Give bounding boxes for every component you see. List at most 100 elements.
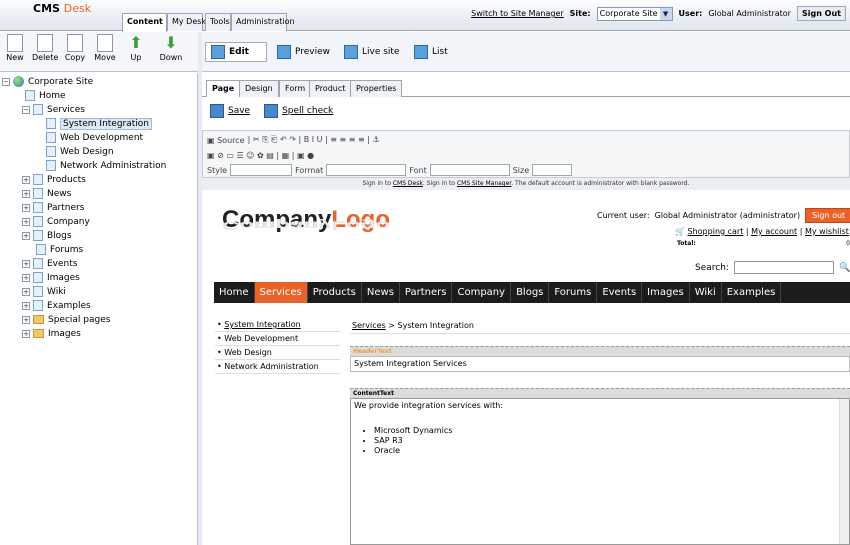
tree-item-wiki[interactable]: + Wiki [22, 285, 66, 298]
tree-item-news[interactable]: + News [22, 187, 71, 200]
content-zone-label: ContentText [350, 388, 850, 398]
sign-out-button[interactable]: Sign Out [796, 6, 846, 21]
expand-icon[interactable]: + [22, 217, 30, 226]
tab-properties[interactable]: Properties [350, 80, 403, 97]
current-user-value: Global Administrator (administrator) [654, 211, 801, 220]
folder-icon [33, 329, 44, 338]
left-menu-item[interactable]: • System Integration [215, 318, 340, 332]
copy-button[interactable]: Copy [62, 34, 88, 62]
nav-events[interactable]: Events [597, 282, 643, 303]
tree-item-company[interactable]: + Company [22, 215, 90, 228]
expand-icon[interactable]: + [22, 287, 30, 296]
tree-item-web-development[interactable]: Web Development [46, 131, 143, 144]
expand-icon[interactable]: + [22, 203, 30, 212]
left-menu-item[interactable]: • Web Design [215, 346, 340, 360]
nav-home[interactable]: Home [214, 282, 255, 303]
expand-icon[interactable]: + [22, 301, 30, 310]
insert-icons[interactable]: ▣ ⊘ ▭ ☰ ☺ ✿ ▤ | ▦ | ▣ ● [207, 151, 314, 160]
tree-item-images[interactable]: + Images [22, 271, 80, 284]
expand-icon[interactable]: + [22, 259, 30, 268]
tab-content[interactable]: Content [122, 13, 167, 32]
style-select[interactable] [230, 164, 293, 176]
left-menu-item[interactable]: • Web Development [215, 332, 340, 346]
down-button[interactable]: ⬇ Down [156, 34, 186, 63]
expand-icon[interactable]: + [22, 189, 30, 198]
tab-design[interactable]: Design [239, 80, 279, 97]
tree-item-home[interactable]: Home [25, 89, 66, 102]
tab-product[interactable]: Product [309, 80, 352, 97]
content-text-editor[interactable]: We provide integration services with: Mi… [350, 398, 850, 545]
tree-item-web-design[interactable]: Web Design [46, 145, 114, 158]
expand-icon[interactable]: + [22, 231, 30, 240]
search-icon[interactable]: 🔍 [839, 263, 850, 273]
expand-icon[interactable]: + [22, 273, 30, 282]
live-site-button[interactable]: Live site [339, 42, 405, 62]
size-select[interactable] [532, 164, 573, 176]
expand-icon[interactable]: + [22, 329, 30, 338]
collapse-icon[interactable]: − [22, 105, 30, 114]
left-menu-label: Network Administration [224, 362, 319, 371]
my-account-link[interactable]: My account [751, 227, 797, 236]
tree-item-partners[interactable]: + Partners [22, 201, 84, 214]
content-scrollbar[interactable] [839, 399, 849, 544]
tree-item-images-folder[interactable]: + Images [22, 327, 81, 340]
tree-item-forums[interactable]: Forums [36, 243, 83, 256]
save-button[interactable]: Save [210, 104, 250, 118]
nav-wiki[interactable]: Wiki [690, 282, 722, 303]
tree-item-services[interactable]: − Services [22, 103, 85, 116]
up-button[interactable]: ⬆ Up [123, 34, 149, 63]
nav-blogs[interactable]: Blogs [511, 282, 550, 303]
left-menu-item[interactable]: • Network Administration [215, 360, 340, 374]
my-wishlist-link[interactable]: My wishlist [805, 227, 849, 236]
tree-item-blogs[interactable]: + Blogs [22, 229, 72, 242]
font-select[interactable] [429, 164, 510, 176]
tab-administration[interactable]: Administration [231, 13, 295, 31]
nav-news[interactable]: News [362, 282, 400, 303]
nav-forums[interactable]: Forums [549, 282, 598, 303]
nav-images[interactable]: Images [642, 282, 690, 303]
new-button[interactable]: New [2, 34, 28, 62]
source-button[interactable]: ▣ Source [207, 136, 245, 145]
list-mode-button[interactable]: List [409, 42, 453, 62]
main-pane: Edit Preview Live site List Page Design … [202, 32, 850, 545]
expand-icon[interactable]: + [22, 315, 30, 324]
nav-services[interactable]: Services [254, 282, 308, 303]
tree-item-system-integration[interactable]: System Integration [46, 117, 153, 130]
left-menu-link[interactable]: System Integration [224, 320, 300, 329]
breadcrumb-link[interactable]: Services [352, 321, 386, 330]
tree-item-examples[interactable]: + Examples [22, 299, 91, 312]
cms-desk-link[interactable]: CMS Desk [393, 180, 423, 187]
spell-check-button[interactable]: Spell check [264, 104, 333, 118]
cms-site-manager-link[interactable]: CMS Site Manager [457, 180, 511, 187]
tab-my-desk[interactable]: My Desk [167, 13, 206, 31]
expand-icon[interactable]: + [22, 175, 30, 184]
nav-company[interactable]: Company [452, 282, 512, 303]
tree-root[interactable]: − Corporate Site [2, 75, 93, 88]
tree-root-label: Corporate Site [28, 76, 94, 87]
nav-products[interactable]: Products [308, 282, 362, 303]
delete-button[interactable]: Delete [32, 34, 58, 62]
preview-mode-button[interactable]: Preview [272, 42, 335, 62]
switch-site-manager-link[interactable]: Switch to Site Manager [471, 9, 564, 18]
edit-mode-button[interactable]: Edit [205, 42, 267, 62]
formatting-icons[interactable]: | ✂ ⎘ ⎗ ↶ ↷ | B I U | ≡ ≡ ≡ ≡ | ⚓ [248, 135, 380, 145]
tab-form[interactable]: Form [279, 80, 312, 97]
site-sign-out-button[interactable]: Sign out [805, 208, 850, 223]
site-select[interactable]: Corporate Site [596, 6, 673, 21]
nav-partners[interactable]: Partners [400, 282, 453, 303]
format-select[interactable] [326, 164, 407, 176]
list-label: List [432, 47, 448, 57]
search-input[interactable] [733, 261, 834, 274]
tab-tools[interactable]: Tools [205, 13, 231, 31]
tree-item-special-pages[interactable]: + Special pages [22, 313, 110, 326]
tree-item-network-administration[interactable]: Network Administration [46, 159, 166, 172]
tree-item-products[interactable]: + Products [22, 173, 86, 186]
shopping-cart-link[interactable]: Shopping cart [688, 227, 744, 236]
header-text-field[interactable]: System Integration Services [350, 356, 850, 372]
move-button[interactable]: Move [92, 34, 118, 62]
nav-examples[interactable]: Examples [722, 282, 782, 303]
tab-page[interactable]: Page [206, 80, 241, 97]
collapse-icon[interactable]: − [2, 77, 10, 86]
editor-row-2: ▣ ⊘ ▭ ☰ ☺ ✿ ▤ | ▦ | ▣ ● [207, 148, 314, 162]
tree-item-events[interactable]: + Events [22, 257, 77, 270]
